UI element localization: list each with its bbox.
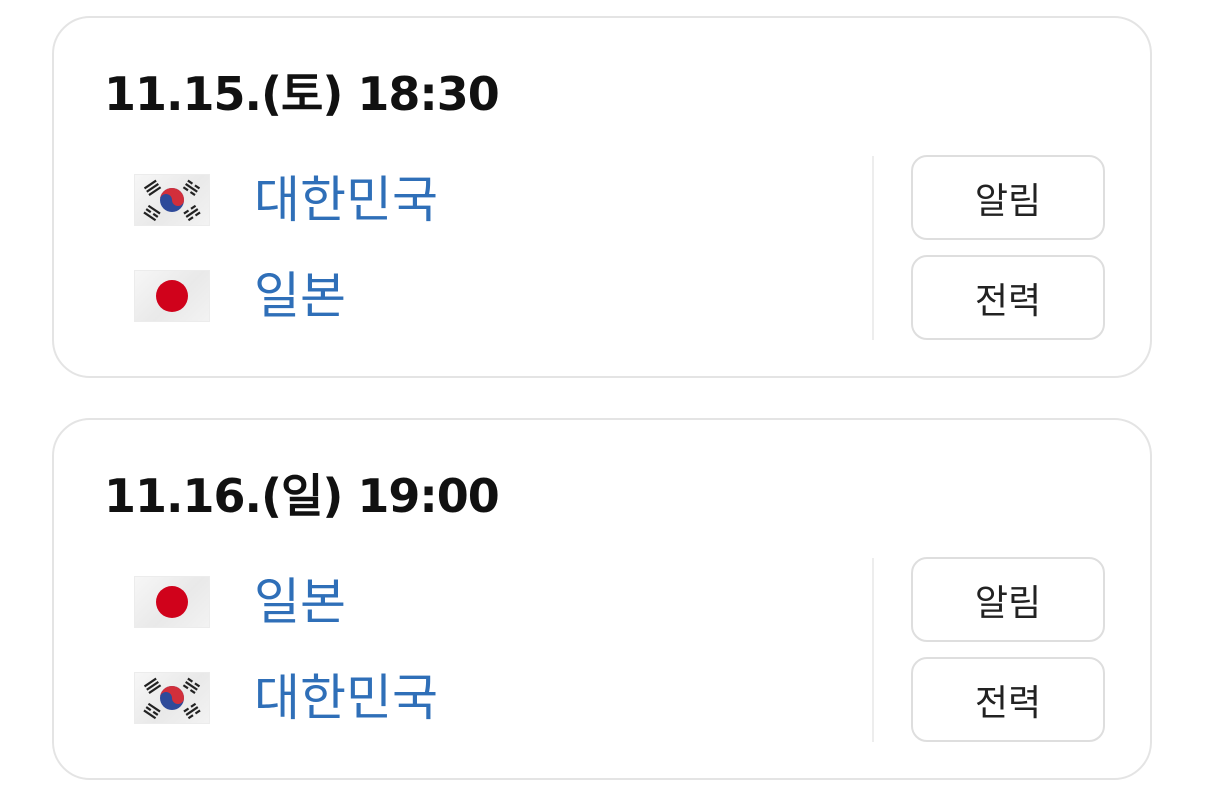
team-row[interactable]: 일본 bbox=[134, 266, 346, 326]
vertical-divider bbox=[872, 156, 874, 340]
match-datetime: 11.15.(토) 18:30 bbox=[104, 67, 500, 121]
alarm-button[interactable]: 알림 bbox=[911, 155, 1105, 240]
team-row[interactable]: 일본 bbox=[134, 572, 346, 632]
japan-flag-icon bbox=[134, 576, 210, 628]
south-korea-flag-icon bbox=[134, 672, 210, 724]
team-name-link[interactable]: 대한민국 bbox=[254, 668, 438, 728]
team-name-link[interactable]: 대한민국 bbox=[254, 170, 438, 230]
team-name-link[interactable]: 일본 bbox=[254, 572, 346, 632]
alarm-button[interactable]: 알림 bbox=[911, 557, 1105, 642]
japan-flag-icon bbox=[134, 270, 210, 322]
match-card: 11.15.(토) 18:30 대한민국 일본 알림 전력 bbox=[52, 16, 1152, 378]
vertical-divider bbox=[872, 558, 874, 742]
match-datetime: 11.16.(일) 19:00 bbox=[104, 469, 500, 523]
team-name-link[interactable]: 일본 bbox=[254, 266, 346, 326]
team-row[interactable]: 대한민국 bbox=[134, 668, 438, 728]
team-row[interactable]: 대한민국 bbox=[134, 170, 438, 230]
match-card: 11.16.(일) 19:00 일본 대한민국 알림 전력 bbox=[52, 418, 1152, 780]
team-stats-button[interactable]: 전력 bbox=[911, 657, 1105, 742]
team-stats-button[interactable]: 전력 bbox=[911, 255, 1105, 340]
south-korea-flag-icon bbox=[134, 174, 210, 226]
